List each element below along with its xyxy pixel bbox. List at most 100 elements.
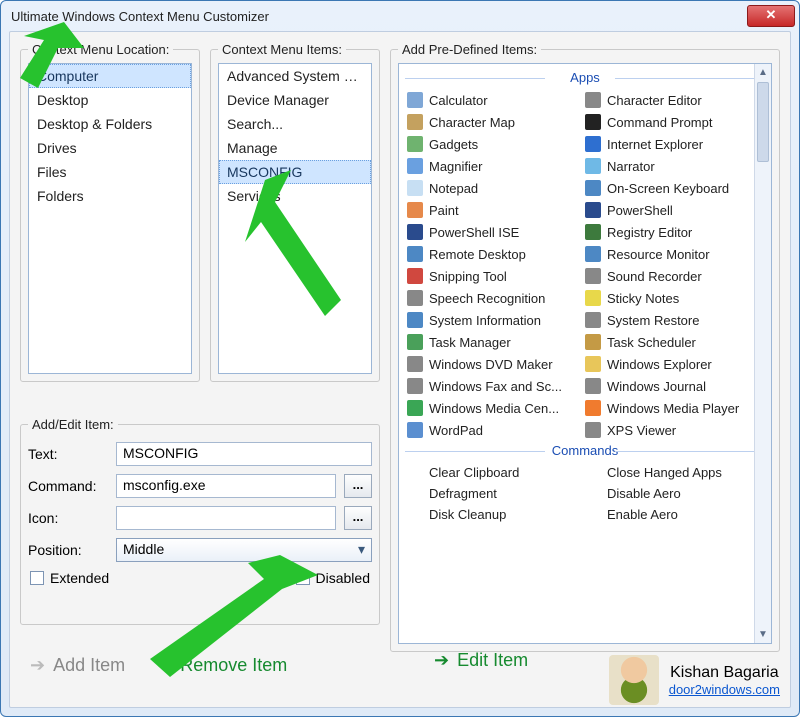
predef-item-label: Calculator bbox=[429, 93, 488, 108]
icon-input[interactable] bbox=[116, 506, 336, 530]
location-item[interactable]: Drives bbox=[29, 136, 191, 160]
arrow-right-icon: ➔ bbox=[157, 655, 172, 676]
predef-item[interactable]: Windows Journal bbox=[583, 375, 757, 397]
text-input[interactable]: MSCONFIG bbox=[116, 442, 372, 466]
predef-item-label: On-Screen Keyboard bbox=[607, 181, 729, 196]
predef-item[interactable]: Enable Aero bbox=[583, 504, 757, 525]
predef-item[interactable]: Internet Explorer bbox=[583, 133, 757, 155]
predef-item[interactable]: Narrator bbox=[583, 155, 757, 177]
predef-item[interactable]: Paint bbox=[405, 199, 579, 221]
predef-item[interactable]: Remote Desktop bbox=[405, 243, 579, 265]
app-icon bbox=[407, 312, 423, 328]
items-list[interactable]: Advanced System Pr...Device ManagerSearc… bbox=[218, 63, 372, 374]
predef-item-label: Paint bbox=[429, 203, 459, 218]
icon-browse-button[interactable]: ... bbox=[344, 506, 372, 530]
scroll-thumb[interactable] bbox=[757, 82, 769, 162]
predef-item-label: Windows Media Cen... bbox=[429, 401, 559, 416]
predef-item[interactable]: Magnifier bbox=[405, 155, 579, 177]
predef-item[interactable]: Windows Fax and Sc... bbox=[405, 375, 579, 397]
app-icon bbox=[585, 422, 601, 438]
predef-item[interactable]: Windows Media Cen... bbox=[405, 397, 579, 419]
edit-item-label: Edit Item bbox=[457, 650, 528, 671]
predef-item[interactable]: Disk Cleanup bbox=[405, 504, 579, 525]
predef-item[interactable]: System Information bbox=[405, 309, 579, 331]
predef-item[interactable]: Gadgets bbox=[405, 133, 579, 155]
predef-item[interactable]: PowerShell ISE bbox=[405, 221, 579, 243]
predef-scrollbar[interactable]: ▲ ▼ bbox=[754, 64, 771, 643]
predef-item[interactable]: On-Screen Keyboard bbox=[583, 177, 757, 199]
predef-item[interactable]: Close Hanged Apps bbox=[583, 462, 757, 483]
app-icon bbox=[407, 268, 423, 284]
disabled-check-icon: ✔ bbox=[296, 571, 310, 585]
predef-item-label: System Information bbox=[429, 313, 541, 328]
predef-item[interactable]: Command Prompt bbox=[583, 111, 757, 133]
app-icon bbox=[407, 334, 423, 350]
predef-item[interactable]: Sound Recorder bbox=[583, 265, 757, 287]
credits: Kishan Bagaria door2windows.com bbox=[609, 655, 780, 705]
predef-item[interactable]: Calculator bbox=[405, 89, 579, 111]
predef-item[interactable]: Clear Clipboard bbox=[405, 462, 579, 483]
predef-item-label: WordPad bbox=[429, 423, 483, 438]
titlebar: Ultimate Windows Context Menu Customizer… bbox=[1, 1, 799, 31]
extended-checkbox[interactable]: Extended bbox=[30, 570, 109, 586]
context-menu-item[interactable]: Manage bbox=[219, 136, 371, 160]
app-icon bbox=[407, 202, 423, 218]
arrow-right-icon: ➔ bbox=[30, 655, 45, 676]
context-menu-item[interactable]: Device Manager bbox=[219, 88, 371, 112]
predef-item[interactable]: Notepad bbox=[405, 177, 579, 199]
edit-item-button[interactable]: ➔ Edit Item bbox=[430, 642, 532, 679]
context-menu-item[interactable]: Advanced System Pr... bbox=[219, 64, 371, 88]
disabled-checkbox[interactable]: ✔ Disabled bbox=[296, 570, 370, 586]
predef-item[interactable]: Task Scheduler bbox=[583, 331, 757, 353]
predef-item[interactable]: PowerShell bbox=[583, 199, 757, 221]
predef-item[interactable]: Windows DVD Maker bbox=[405, 353, 579, 375]
predef-item[interactable]: Character Map bbox=[405, 111, 579, 133]
close-button[interactable]: ✕ bbox=[747, 5, 795, 27]
context-menu-item[interactable]: Search... bbox=[219, 112, 371, 136]
remove-item-button[interactable]: ➔ Remove Item bbox=[153, 647, 291, 684]
predef-item[interactable]: Character Editor bbox=[583, 89, 757, 111]
app-icon bbox=[585, 180, 601, 196]
predef-item[interactable]: System Restore bbox=[583, 309, 757, 331]
location-list[interactable]: ComputerDesktopDesktop & FoldersDrivesFi… bbox=[28, 63, 192, 374]
disabled-label: Disabled bbox=[316, 570, 370, 586]
text-label: Text: bbox=[28, 446, 108, 462]
predef-item[interactable]: Disable Aero bbox=[583, 483, 757, 504]
scroll-down-icon[interactable]: ▼ bbox=[755, 626, 771, 643]
app-icon bbox=[407, 224, 423, 240]
predef-item[interactable]: Sticky Notes bbox=[583, 287, 757, 309]
predef-item-label: Windows DVD Maker bbox=[429, 357, 553, 372]
command-browse-button[interactable]: ... bbox=[344, 474, 372, 498]
predef-item[interactable]: Windows Explorer bbox=[583, 353, 757, 375]
predef-item-label: System Restore bbox=[607, 313, 699, 328]
add-item-button[interactable]: ➔ Add Item bbox=[26, 647, 129, 684]
context-menu-item[interactable]: MSCONFIG bbox=[219, 160, 371, 184]
predef-item[interactable]: Defragment bbox=[405, 483, 579, 504]
predef-legend: Add Pre-Defined Items: bbox=[398, 42, 541, 57]
command-input[interactable]: msconfig.exe bbox=[116, 474, 336, 498]
app-icon bbox=[585, 202, 601, 218]
position-dropdown[interactable]: Middle bbox=[116, 538, 372, 562]
predef-item[interactable]: Snipping Tool bbox=[405, 265, 579, 287]
predef-item[interactable]: Task Manager bbox=[405, 331, 579, 353]
arrow-right-icon: ➔ bbox=[434, 650, 449, 671]
location-item[interactable]: Desktop & Folders bbox=[29, 112, 191, 136]
predef-item[interactable]: WordPad bbox=[405, 419, 579, 441]
scroll-up-icon[interactable]: ▲ bbox=[755, 64, 771, 81]
context-menu-item[interactable]: Services bbox=[219, 184, 371, 208]
location-item[interactable]: Computer bbox=[29, 64, 191, 88]
predef-item[interactable]: Speech Recognition bbox=[405, 287, 579, 309]
predef-item[interactable]: Registry Editor bbox=[583, 221, 757, 243]
app-icon bbox=[585, 268, 601, 284]
author-link[interactable]: door2windows.com bbox=[669, 682, 780, 697]
predef-item[interactable]: XPS Viewer bbox=[583, 419, 757, 441]
app-icon bbox=[407, 136, 423, 152]
predef-item[interactable]: Windows Media Player bbox=[583, 397, 757, 419]
location-item[interactable]: Files bbox=[29, 160, 191, 184]
predef-item[interactable]: Resource Monitor bbox=[583, 243, 757, 265]
location-item[interactable]: Desktop bbox=[29, 88, 191, 112]
app-icon bbox=[585, 334, 601, 350]
extended-label: Extended bbox=[50, 570, 109, 586]
predef-item-label: Windows Journal bbox=[607, 379, 706, 394]
location-item[interactable]: Folders bbox=[29, 184, 191, 208]
